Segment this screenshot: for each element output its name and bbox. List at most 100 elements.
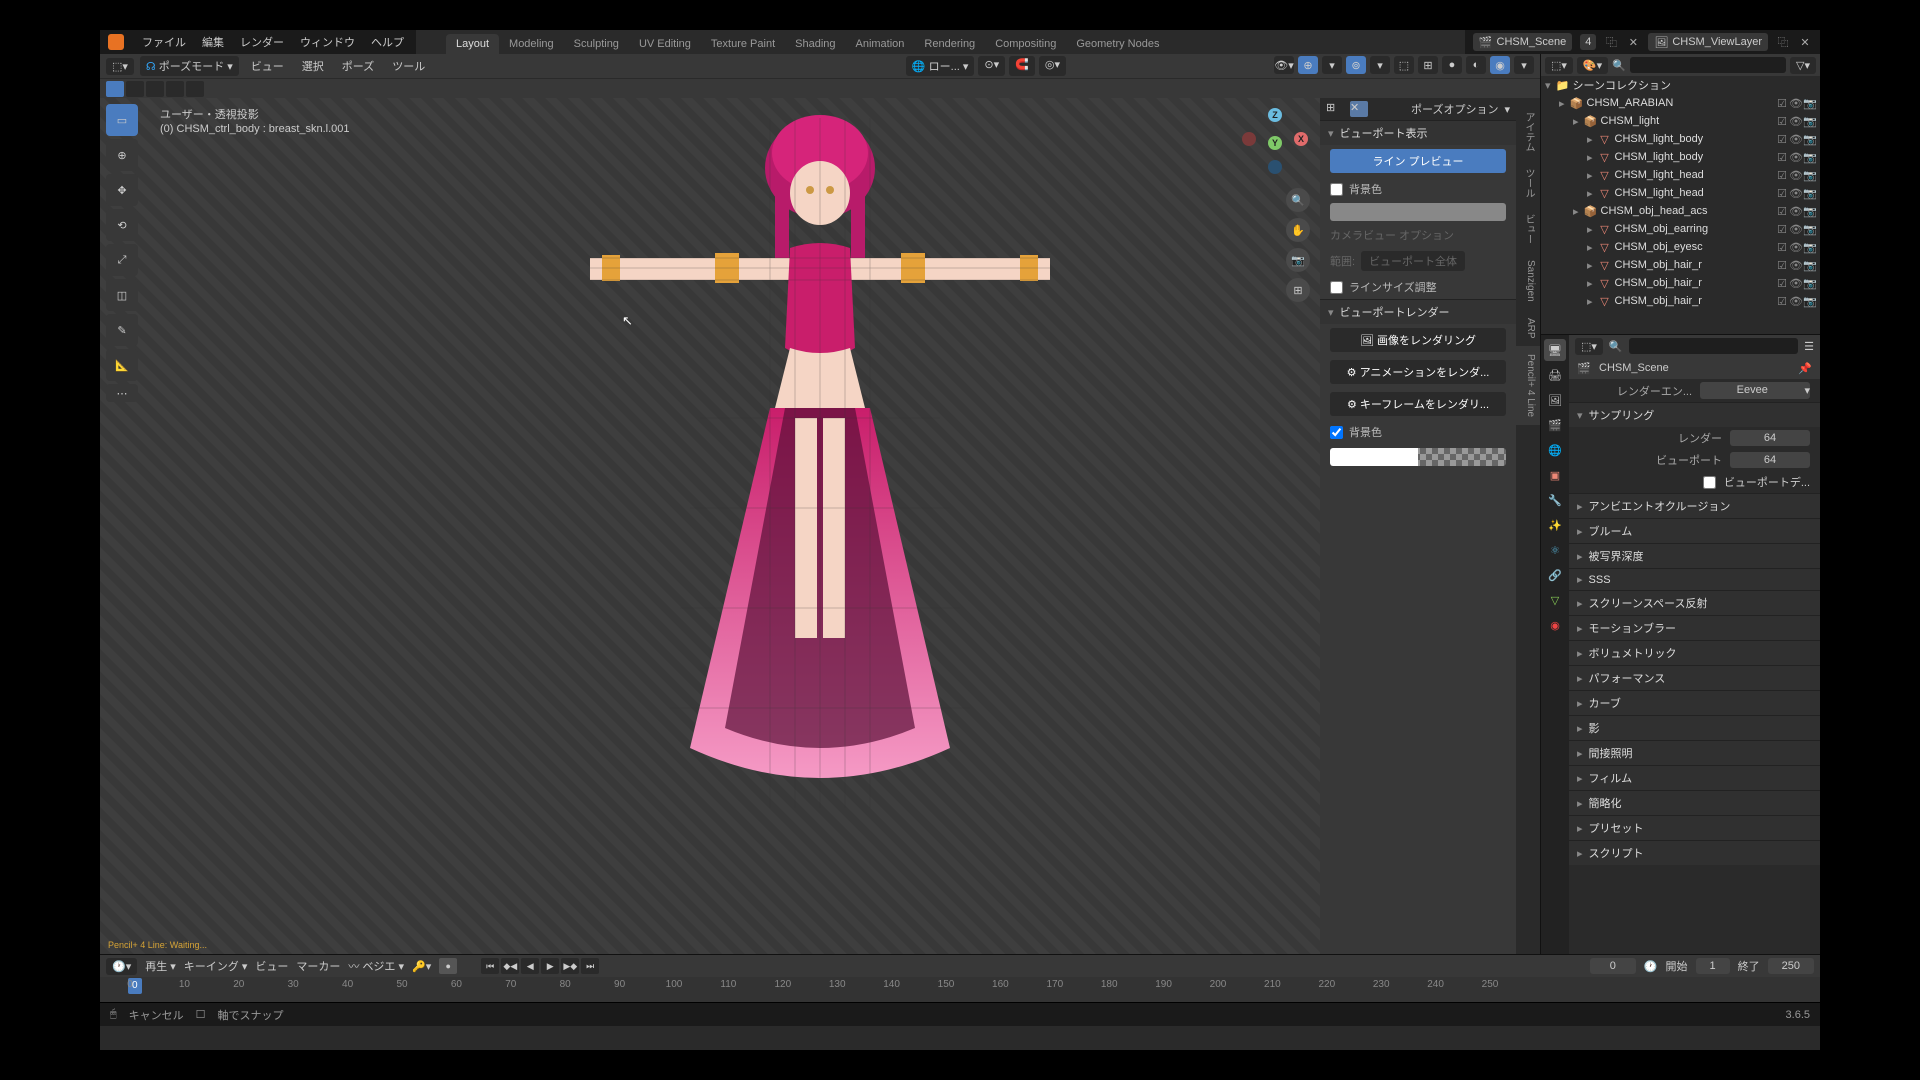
viewport-menu-tool[interactable]: ツール — [386, 56, 431, 76]
jump-end-icon[interactable]: ⏭ — [581, 958, 599, 974]
n-tab-pencil[interactable]: Pencil+ 4 Line — [1516, 346, 1540, 425]
select-box-icon[interactable] — [106, 81, 124, 97]
panel-viewport-display[interactable]: ビューポート表示 — [1320, 120, 1516, 145]
n-panel-icon-1[interactable]: ⊞ — [1326, 101, 1344, 117]
timeline-menu-bezier[interactable]: 〰 ベジエ ▾ — [348, 958, 404, 974]
hide-toggle-icon[interactable]: 👁 — [1790, 295, 1802, 307]
n-tab-tool[interactable]: ツール — [1516, 160, 1540, 206]
pose-options-label[interactable]: ポーズオプション — [1411, 101, 1498, 117]
overlay-dropdown-icon[interactable]: ▾ — [1370, 56, 1390, 74]
disable-toggle-icon[interactable]: 📷 — [1804, 259, 1816, 271]
workspace-tab-uvediting[interactable]: UV Editing — [629, 34, 701, 54]
timeline-autokey-icon[interactable]: 🔑▾ — [412, 960, 431, 973]
panel-viewport-render[interactable]: ビューポートレンダー — [1320, 299, 1516, 324]
prop-panel-header[interactable]: スクリーンスペース反射 — [1569, 590, 1820, 615]
hide-toggle-icon[interactable]: 👁 — [1790, 277, 1802, 289]
keyframe-next-icon[interactable]: ▶◆ — [561, 958, 579, 974]
outliner-search-input[interactable] — [1630, 57, 1786, 73]
exclude-toggle-icon[interactable]: ☑ — [1776, 97, 1788, 109]
render-engine-dropdown[interactable]: Eevee ▾ — [1700, 382, 1810, 399]
exclude-toggle-icon[interactable]: ☑ — [1776, 133, 1788, 145]
scene-selector[interactable]: 🎬 CHSM_Scene — [1473, 33, 1573, 51]
prop-panel-header[interactable]: プリセット — [1569, 815, 1820, 840]
hide-toggle-icon[interactable]: 👁 — [1790, 241, 1802, 253]
prop-panel-header[interactable]: ブルーム — [1569, 518, 1820, 543]
exclude-toggle-icon[interactable]: ☑ — [1776, 295, 1788, 307]
prop-tab-constraint[interactable]: 🔗 — [1544, 564, 1566, 586]
prop-panel-header[interactable]: アンビエントオクルージョン — [1569, 493, 1820, 518]
disable-toggle-icon[interactable]: 📷 — [1804, 169, 1816, 181]
prop-tab-output[interactable]: 🖨 — [1544, 364, 1566, 386]
camera-icon[interactable]: 📷 — [1286, 248, 1310, 272]
prop-tab-world[interactable]: 🌐 — [1544, 439, 1566, 461]
exclude-toggle-icon[interactable]: ☑ — [1776, 241, 1788, 253]
prop-pin-toggle-icon[interactable]: 📌 — [1798, 362, 1812, 375]
bg-color-checkbox[interactable] — [1330, 183, 1343, 196]
jump-start-icon[interactable]: ⏮ — [481, 958, 499, 974]
exclude-toggle-icon[interactable]: ☑ — [1776, 259, 1788, 271]
n-tab-item[interactable]: アイテム — [1516, 104, 1540, 160]
xray-toggle-icon[interactable]: ⬚ — [1394, 56, 1414, 74]
render-samples-value[interactable]: 64 — [1730, 430, 1810, 446]
line-size-checkbox[interactable] — [1330, 281, 1343, 294]
outliner-item[interactable]: ▽CHSM_light_head☑👁📷 — [1541, 184, 1820, 202]
outliner-item[interactable]: ▽CHSM_light_body☑👁📷 — [1541, 130, 1820, 148]
outliner-item[interactable]: 📦CHSM_light☑👁📷 — [1541, 112, 1820, 130]
outliner-display-mode[interactable]: ⬚▾ — [1545, 57, 1573, 74]
play-reverse-icon[interactable]: ◀ — [521, 958, 539, 974]
outliner-item[interactable]: 📦CHSM_obj_head_acs☑👁📷 — [1541, 202, 1820, 220]
prop-pin-icon[interactable]: ⬚▾ — [1575, 338, 1603, 355]
exclude-toggle-icon[interactable]: ☑ — [1776, 151, 1788, 163]
workspace-tab-sculpting[interactable]: Sculpting — [564, 34, 629, 54]
shading-rendered-icon[interactable]: ◉ — [1490, 56, 1510, 74]
tool-select-box[interactable]: ▭ — [106, 104, 138, 136]
preview-range-icon[interactable]: 🕐 — [1644, 960, 1658, 973]
tool-extra[interactable]: ⋯ — [106, 384, 138, 402]
viewport-denoise-checkbox[interactable] — [1703, 476, 1716, 489]
n-tab-sanzigen[interactable]: Sanzigen — [1516, 252, 1540, 310]
perspective-icon[interactable]: ⊞ — [1286, 278, 1310, 302]
viewport-menu-select[interactable]: 選択 — [296, 56, 330, 76]
outliner-item[interactable]: ▽CHSM_obj_hair_r☑👁📷 — [1541, 274, 1820, 292]
disable-toggle-icon[interactable]: 📷 — [1804, 97, 1816, 109]
viewport-menu-pose[interactable]: ポーズ — [336, 56, 380, 76]
workspace-tab-modeling[interactable]: Modeling — [499, 34, 564, 54]
tool-measure[interactable]: 📐 — [106, 349, 138, 381]
shading-wireframe-icon[interactable]: ⊞ — [1418, 56, 1438, 74]
properties-search-input[interactable] — [1629, 338, 1799, 354]
outliner-item[interactable]: ▽CHSM_light_body☑👁📷 — [1541, 148, 1820, 166]
render-keyframe-button[interactable]: ⚙ キーフレームをレンダリ... — [1330, 392, 1506, 416]
prop-tab-modifier[interactable]: 🔧 — [1544, 489, 1566, 511]
timeline-track[interactable]: 0 01020304050607080901001101201301401501… — [100, 977, 1820, 1002]
shading-dropdown-icon[interactable]: ▾ — [1514, 56, 1534, 74]
hide-toggle-icon[interactable]: 👁 — [1790, 259, 1802, 271]
axis-y-icon[interactable]: Y — [1268, 136, 1282, 150]
mode-selector[interactable]: ☊ ポーズモード ▾ — [140, 56, 239, 76]
menu-help[interactable]: ヘルプ — [367, 34, 408, 50]
bg-color-swatch[interactable] — [1330, 203, 1506, 221]
proportional-toggle[interactable]: ◎▾ — [1039, 56, 1066, 76]
workspace-tab-compositing[interactable]: Compositing — [985, 34, 1066, 54]
disable-toggle-icon[interactable]: 📷 — [1804, 151, 1816, 163]
shading-solid-icon[interactable]: ● — [1442, 56, 1462, 74]
prop-panel-header[interactable]: 間接照明 — [1569, 740, 1820, 765]
hide-toggle-icon[interactable]: 👁 — [1790, 187, 1802, 199]
pose-options-dropdown-icon[interactable]: ▾ — [1504, 103, 1510, 116]
exclude-toggle-icon[interactable]: ☑ — [1776, 187, 1788, 199]
hide-toggle-icon[interactable]: 👁 — [1790, 169, 1802, 181]
workspace-tab-texturepaint[interactable]: Texture Paint — [701, 34, 785, 54]
end-frame-field[interactable]: 250 — [1768, 958, 1814, 974]
gizmo-dropdown-icon[interactable]: ▾ — [1322, 56, 1342, 74]
outliner-item[interactable]: ▽CHSM_obj_eyesc☑👁📷 — [1541, 238, 1820, 256]
viewport-3d[interactable]: ユーザー・透視投影 (0) CHSM_ctrl_body : breast_sk… — [100, 98, 1540, 954]
start-frame-field[interactable]: 1 — [1696, 958, 1730, 974]
workspace-tab-geonodes[interactable]: Geometry Nodes — [1066, 34, 1169, 54]
prop-tab-render[interactable]: 🖥 — [1544, 339, 1566, 361]
prop-panel-header[interactable]: フィルム — [1569, 765, 1820, 790]
outliner-filter-icon[interactable]: 🎨▾ — [1577, 57, 1608, 74]
n-tab-arp[interactable]: ARP — [1516, 310, 1540, 347]
disable-toggle-icon[interactable]: 📷 — [1804, 115, 1816, 127]
select-lasso-icon[interactable] — [146, 81, 164, 97]
viewport-samples-value[interactable]: 64 — [1730, 452, 1810, 468]
gizmo-toggle-icon[interactable]: ⊕ — [1298, 56, 1318, 74]
